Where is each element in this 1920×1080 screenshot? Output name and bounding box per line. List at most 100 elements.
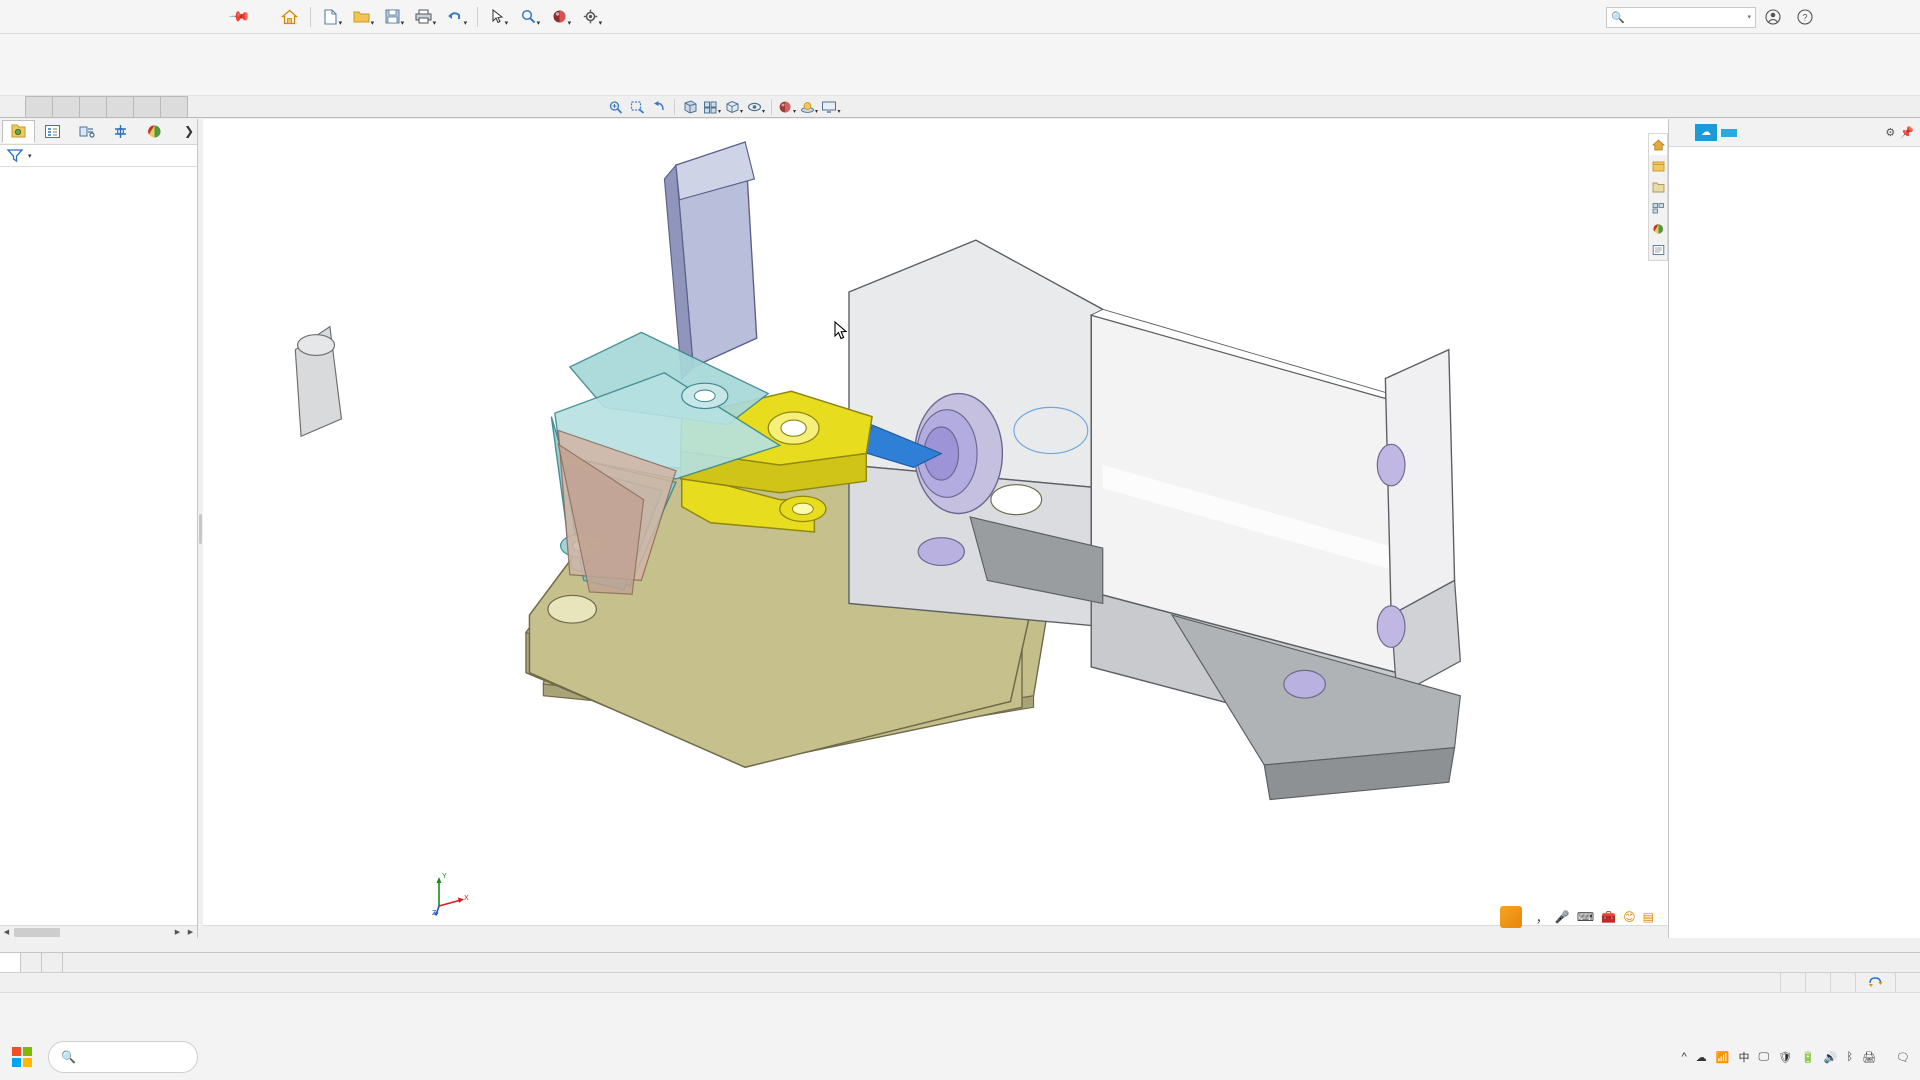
help-search-box[interactable]: 🔍 ▾ [1606,6,1756,28]
pneumatic-clamp-3d-model[interactable] [203,119,1668,938]
tab-mbd[interactable] [160,96,188,117]
tp-icon-appearances[interactable] [1649,218,1667,239]
battery-icon[interactable]: 🔋 [1801,1051,1815,1064]
status-custom-units[interactable] [1895,972,1920,993]
tab-assembly[interactable] [0,96,26,117]
fm-tab-feature-tree[interactable] [2,120,35,143]
tab-markup[interactable] [79,96,107,117]
chevron-down-icon[interactable]: ▾ [339,19,343,27]
tp-icon-file-explorer[interactable] [1649,176,1667,197]
chevron-down-icon[interactable]: ▾ [762,108,765,115]
section-view-icon[interactable] [679,97,701,117]
feature-manager-tab-strip[interactable]: ❯ [0,119,197,145]
viewport-tile-right-button[interactable] [1582,97,1602,115]
graphics-canvas[interactable] [203,119,1668,938]
chevron-down-icon[interactable]: ▾ [815,108,818,115]
viewport-tile-left-button[interactable] [1560,97,1580,115]
menu-tools[interactable] [171,8,197,25]
ime-microphone-icon[interactable]: 🎤 [1555,910,1570,924]
scroll-end-icon[interactable]: ▶ [184,928,197,936]
new-document-icon[interactable]: ▾ [317,4,347,30]
chevron-down-icon[interactable]: ▾ [28,152,32,160]
tab-sketch[interactable] [52,96,80,117]
appearance-sphere-icon[interactable]: ▾ [546,4,576,30]
viewport-restore-button[interactable] [1626,97,1646,115]
printer-icon[interactable]: 🖨 [1862,1051,1876,1064]
bottom-tab-3d-views[interactable] [21,953,42,972]
bluetooth-icon[interactable]: ᛒ [1846,1051,1853,1063]
magnify-icon[interactable]: ▾ [515,4,545,30]
chevron-down-icon[interactable]: ▾ [837,108,840,115]
restore-button[interactable] [1854,2,1884,32]
scroll-left-icon[interactable]: ◀ [0,928,13,936]
document-tab-row[interactable]: ▾ ▾ ▾ ▾ ▾ ▾ [0,96,1920,118]
chevron-down-icon[interactable]: ▾ [740,108,743,115]
viewport-toolbar[interactable]: ▾ ▾ ▾ ▾ ▾ ▾ [604,96,842,118]
pin-icon[interactable]: 📌 [1900,126,1914,139]
chevron-down-icon[interactable]: ▾ [505,19,509,27]
scrollbar-thumb[interactable] [14,927,60,937]
chevron-down-icon[interactable]: ▾ [537,19,541,27]
edit-appearance-icon[interactable]: ▾ [776,97,798,117]
onedrive-icon[interactable]: ☁ [1696,1051,1707,1064]
quick-access-toolbar[interactable]: ▾ ▾ ▾ ▾ ▾ ▾ ▾ ▾ ▾ [274,4,607,30]
scroll-right-icon[interactable]: ▶ [171,928,184,936]
chevron-down-icon[interactable]: ▾ [1747,13,1751,21]
close-button[interactable] [1886,2,1916,32]
feature-tree-horizontal-scrollbar[interactable]: ◀ ▶ ▶ [0,925,197,938]
zoom-to-area-icon[interactable] [626,97,648,117]
volume-icon[interactable]: 🔊 [1824,1051,1838,1064]
viewport-minimize-button[interactable] [1604,97,1624,115]
hide-show-items-icon[interactable]: ▾ [745,97,767,117]
feature-manager-expand-button[interactable]: ❯ [184,124,194,138]
help-icon[interactable]: ? [1790,2,1820,32]
minimize-button[interactable] [1822,2,1852,32]
chevron-down-icon[interactable]: ▾ [464,19,468,27]
tray-icon-group[interactable]: ^ ☁ 📶 中 🖵 🛡 🔋 🔊 ᛒ 🖨 [1682,1049,1876,1065]
drag-upload-button[interactable] [1721,128,1737,137]
print-icon[interactable]: ▾ [410,4,440,30]
chevron-down-icon[interactable]: ▾ [568,19,572,27]
options-gear-icon[interactable]: ▾ [577,4,607,30]
tab-solidworks-addins[interactable] [133,96,161,117]
menu-bar[interactable]: 📌 [67,4,252,28]
tab-evaluate[interactable] [106,96,134,117]
cloud-upload-icon[interactable]: ☁ [1695,124,1717,141]
tp-icon-design-library[interactable] [1649,155,1667,176]
ime-floating-bar[interactable]: ， 🎤 ⌨ 🧰 😊 ▤ [1499,906,1654,928]
network-icon[interactable]: 📶 [1716,1051,1730,1064]
zoom-to-fit-icon[interactable] [604,97,626,117]
fm-tab-display-manager[interactable] [138,120,171,143]
tab-layout[interactable] [25,96,53,117]
tp-icon-view-palette[interactable] [1649,197,1667,218]
ime-emoji-icon[interactable]: 😊 [1623,910,1636,924]
sogou-ime-icon[interactable] [1499,906,1522,928]
fm-tab-configuration-manager[interactable] [70,120,103,143]
status-rebuild-icon[interactable] [1855,972,1895,993]
ime-punctuation-icon[interactable]: ， [1536,909,1548,926]
bottom-tab-motion-study-1[interactable] [42,953,63,972]
feature-tree-filter[interactable]: ▾ [0,145,197,167]
open-folder-icon[interactable]: ▾ [348,4,378,30]
menu-edit[interactable] [93,8,119,25]
bottom-tab-model[interactable] [0,953,21,972]
task-pane-icon-strip[interactable] [1648,133,1668,261]
chevron-down-icon[interactable]: ▾ [401,19,405,27]
menu-view[interactable] [119,8,145,25]
chevron-down-icon[interactable]: ▾ [599,19,603,27]
taskbar-search-input[interactable]: 🔍 [48,1041,198,1073]
system-tray[interactable]: ^ ☁ 📶 中 🖵 🛡 🔋 🔊 ᛒ 🖨 🗨 [1682,1049,1920,1065]
ime-keyboard-icon[interactable]: ⌨ [1577,910,1594,924]
ribbon-toolbar[interactable] [0,34,1920,96]
chevron-down-icon[interactable]: ▾ [371,19,375,27]
view-orientation-icon[interactable]: ▾ [701,97,723,117]
bottom-tab-bar[interactable] [0,952,1920,972]
ime-more-icon[interactable]: ▤ [1643,910,1654,924]
home-icon[interactable] [274,4,304,30]
undo-icon[interactable]: ▾ [441,4,471,30]
chevron-down-icon[interactable]: ▾ [433,19,437,27]
chevron-down-icon[interactable]: ▾ [793,108,796,115]
ime-toolbox-icon[interactable]: 🧰 [1601,910,1616,924]
tp-icon-resources[interactable] [1649,134,1667,155]
display-style-icon[interactable]: ▾ [723,97,745,117]
